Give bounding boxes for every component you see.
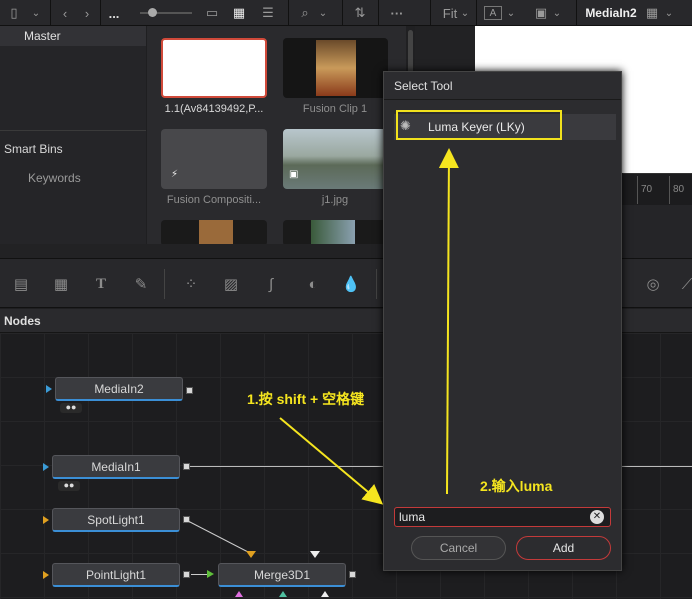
- annotation-step1: 1.按 shift + 空格键: [247, 391, 365, 407]
- annotation-step2: 2.输入luma: [480, 478, 553, 494]
- annotation-arrows: [279, 148, 459, 505]
